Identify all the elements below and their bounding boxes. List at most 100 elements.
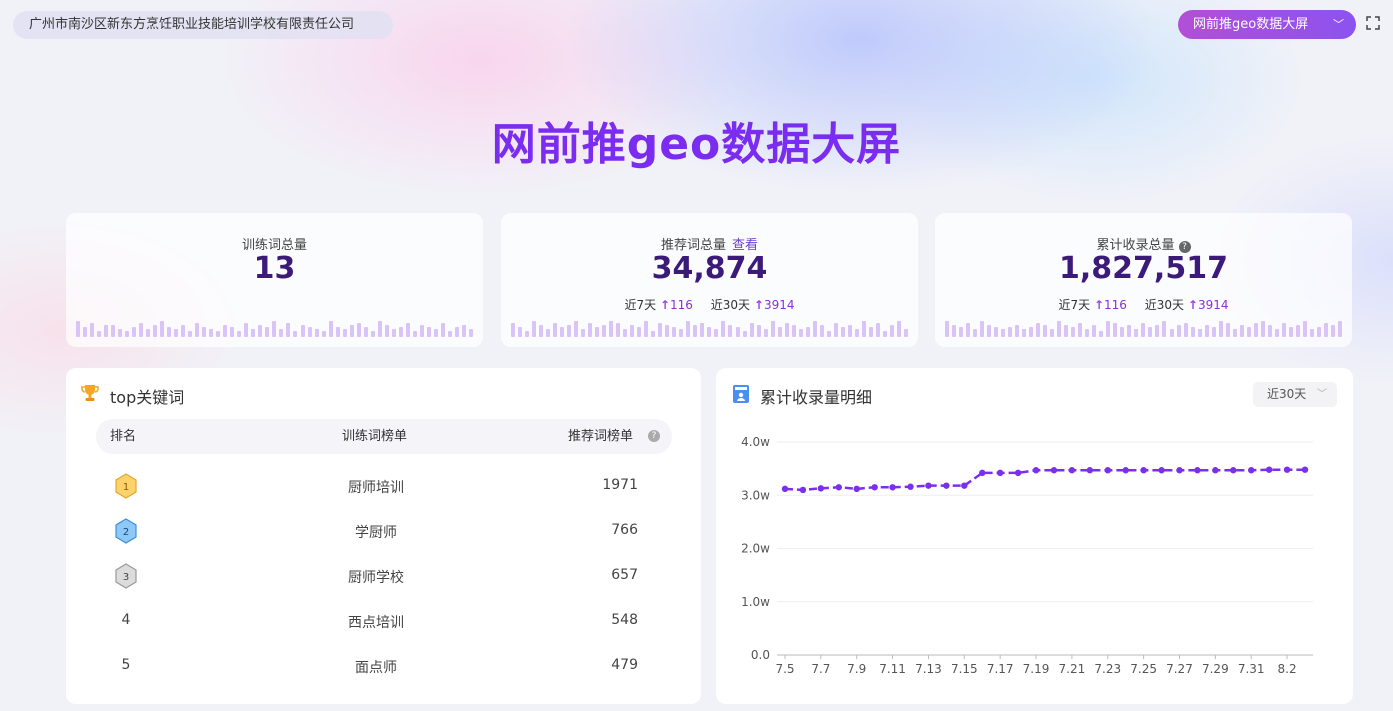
mini-bar <box>952 325 957 337</box>
mini-bar <box>216 331 221 337</box>
y-tick-label: 0.0 <box>751 648 770 662</box>
count-cell: 657 <box>611 567 638 583</box>
series-line <box>784 468 1305 492</box>
mini-bar <box>707 327 712 337</box>
mini-bar <box>623 329 628 337</box>
mini-bar <box>1162 321 1167 337</box>
data-point <box>889 484 896 491</box>
data-point <box>907 483 914 490</box>
mini-bar <box>426 327 431 337</box>
mini-bar <box>1057 321 1062 337</box>
mini-bar <box>805 327 810 337</box>
mini-bar <box>798 329 803 337</box>
mini-bar <box>812 321 817 337</box>
mini-bar <box>440 323 445 337</box>
mini-bar <box>1085 329 1090 337</box>
data-point <box>835 484 842 491</box>
mini-bar <box>665 325 670 337</box>
chevron-down-icon: ﹀ <box>1333 18 1344 31</box>
mini-bar <box>356 323 361 337</box>
help-icon[interactable]: ? <box>648 430 660 442</box>
data-point <box>871 484 878 491</box>
mini-bar <box>868 327 873 337</box>
mini-bar <box>553 323 558 337</box>
mini-bar <box>546 329 551 337</box>
mini-bar <box>1155 325 1160 337</box>
mini-bar <box>1092 325 1097 337</box>
mini-bar <box>286 323 291 337</box>
mini-bar <box>1225 323 1230 337</box>
mini-bar <box>511 323 515 337</box>
table-row[interactable]: 5 面点师 479 <box>96 645 672 689</box>
mini-bar <box>1204 325 1209 337</box>
screen-select-dropdown[interactable]: 网前推geo数据大屏 ﹀ <box>1178 10 1356 39</box>
mini-bar <box>468 329 473 337</box>
data-point <box>1212 467 1219 474</box>
mini-bar <box>973 329 978 337</box>
mini-bar <box>167 327 172 337</box>
rank-cell: 4 <box>121 612 131 628</box>
mini-bar <box>714 329 719 337</box>
table-row[interactable]: 3 厨师学校 657 <box>96 555 672 599</box>
mini-bar <box>223 325 228 337</box>
data-point <box>1068 467 1076 474</box>
trend-value: 116 <box>670 298 693 312</box>
trend-value: 3914 <box>763 298 795 312</box>
stat-card-total-indexed: 累计收录总量? 1,827,517 近7天 ↑116 近30天 ↑3914 <box>935 213 1352 347</box>
mini-bar <box>342 329 347 337</box>
trophy-icon <box>81 385 99 401</box>
mini-bar <box>97 331 102 337</box>
mini-bar <box>118 329 123 337</box>
mini-bar <box>672 327 677 337</box>
table-row[interactable]: 4 西点培训 548 <box>96 600 672 644</box>
data-point <box>1194 467 1201 474</box>
stat-trend: 近7天 ↑116 近30天 ↑3914 <box>935 296 1352 313</box>
mini-bar <box>244 323 249 337</box>
mini-bar <box>1099 331 1104 337</box>
data-point <box>1265 466 1273 473</box>
x-tick-label: 7.25 <box>1130 662 1157 676</box>
page-title: 网前推geo数据大屏 <box>491 119 902 170</box>
mini-bar <box>405 323 410 337</box>
mini-bar <box>1316 327 1321 337</box>
mini-bar <box>265 327 270 337</box>
mini-bar <box>258 325 263 337</box>
x-tick-label: 8.2 <box>1278 662 1297 676</box>
data-point <box>996 469 1004 477</box>
mini-bar <box>363 327 368 337</box>
mini-bar <box>1281 323 1286 337</box>
data-point <box>1283 466 1291 473</box>
mini-bar <box>693 325 698 337</box>
column-header-train: 训练词榜单 <box>342 429 408 444</box>
mini-bar <box>1015 325 1020 337</box>
mini-bar <box>202 327 207 337</box>
mini-bar <box>146 329 151 337</box>
trend-value: 3914 <box>1197 298 1229 312</box>
mini-bar <box>833 323 838 337</box>
mini-bar <box>756 325 761 337</box>
column-header-recommend: 推荐词榜单 <box>568 429 634 444</box>
mini-bar <box>1148 327 1153 337</box>
mini-bar <box>847 325 852 337</box>
table-row[interactable]: 1 厨师培训 1971 <box>96 465 672 509</box>
mini-bar <box>1001 329 1006 337</box>
data-point <box>1230 467 1237 474</box>
mini-bar <box>1211 327 1216 337</box>
mini-bar <box>749 323 754 337</box>
mini-bar <box>1071 327 1076 337</box>
mini-bar <box>433 329 438 337</box>
data-point <box>979 469 986 477</box>
column-header-rank: 排名 <box>110 429 137 444</box>
data-point <box>1104 467 1111 474</box>
gold-medal-icon: 1 <box>115 473 137 499</box>
mini-bar <box>1302 321 1307 337</box>
x-tick-label: 7.9 <box>847 662 866 676</box>
stat-value: 1,827,517 <box>1059 251 1228 286</box>
mini-bar <box>777 327 782 337</box>
table-row[interactable]: 2 学厨师 766 <box>96 510 672 554</box>
mini-bar <box>314 329 319 337</box>
mini-bar <box>980 321 985 337</box>
x-tick-label: 7.21 <box>1059 662 1086 676</box>
data-point <box>817 485 825 492</box>
fullscreen-icon[interactable] <box>1366 16 1380 30</box>
